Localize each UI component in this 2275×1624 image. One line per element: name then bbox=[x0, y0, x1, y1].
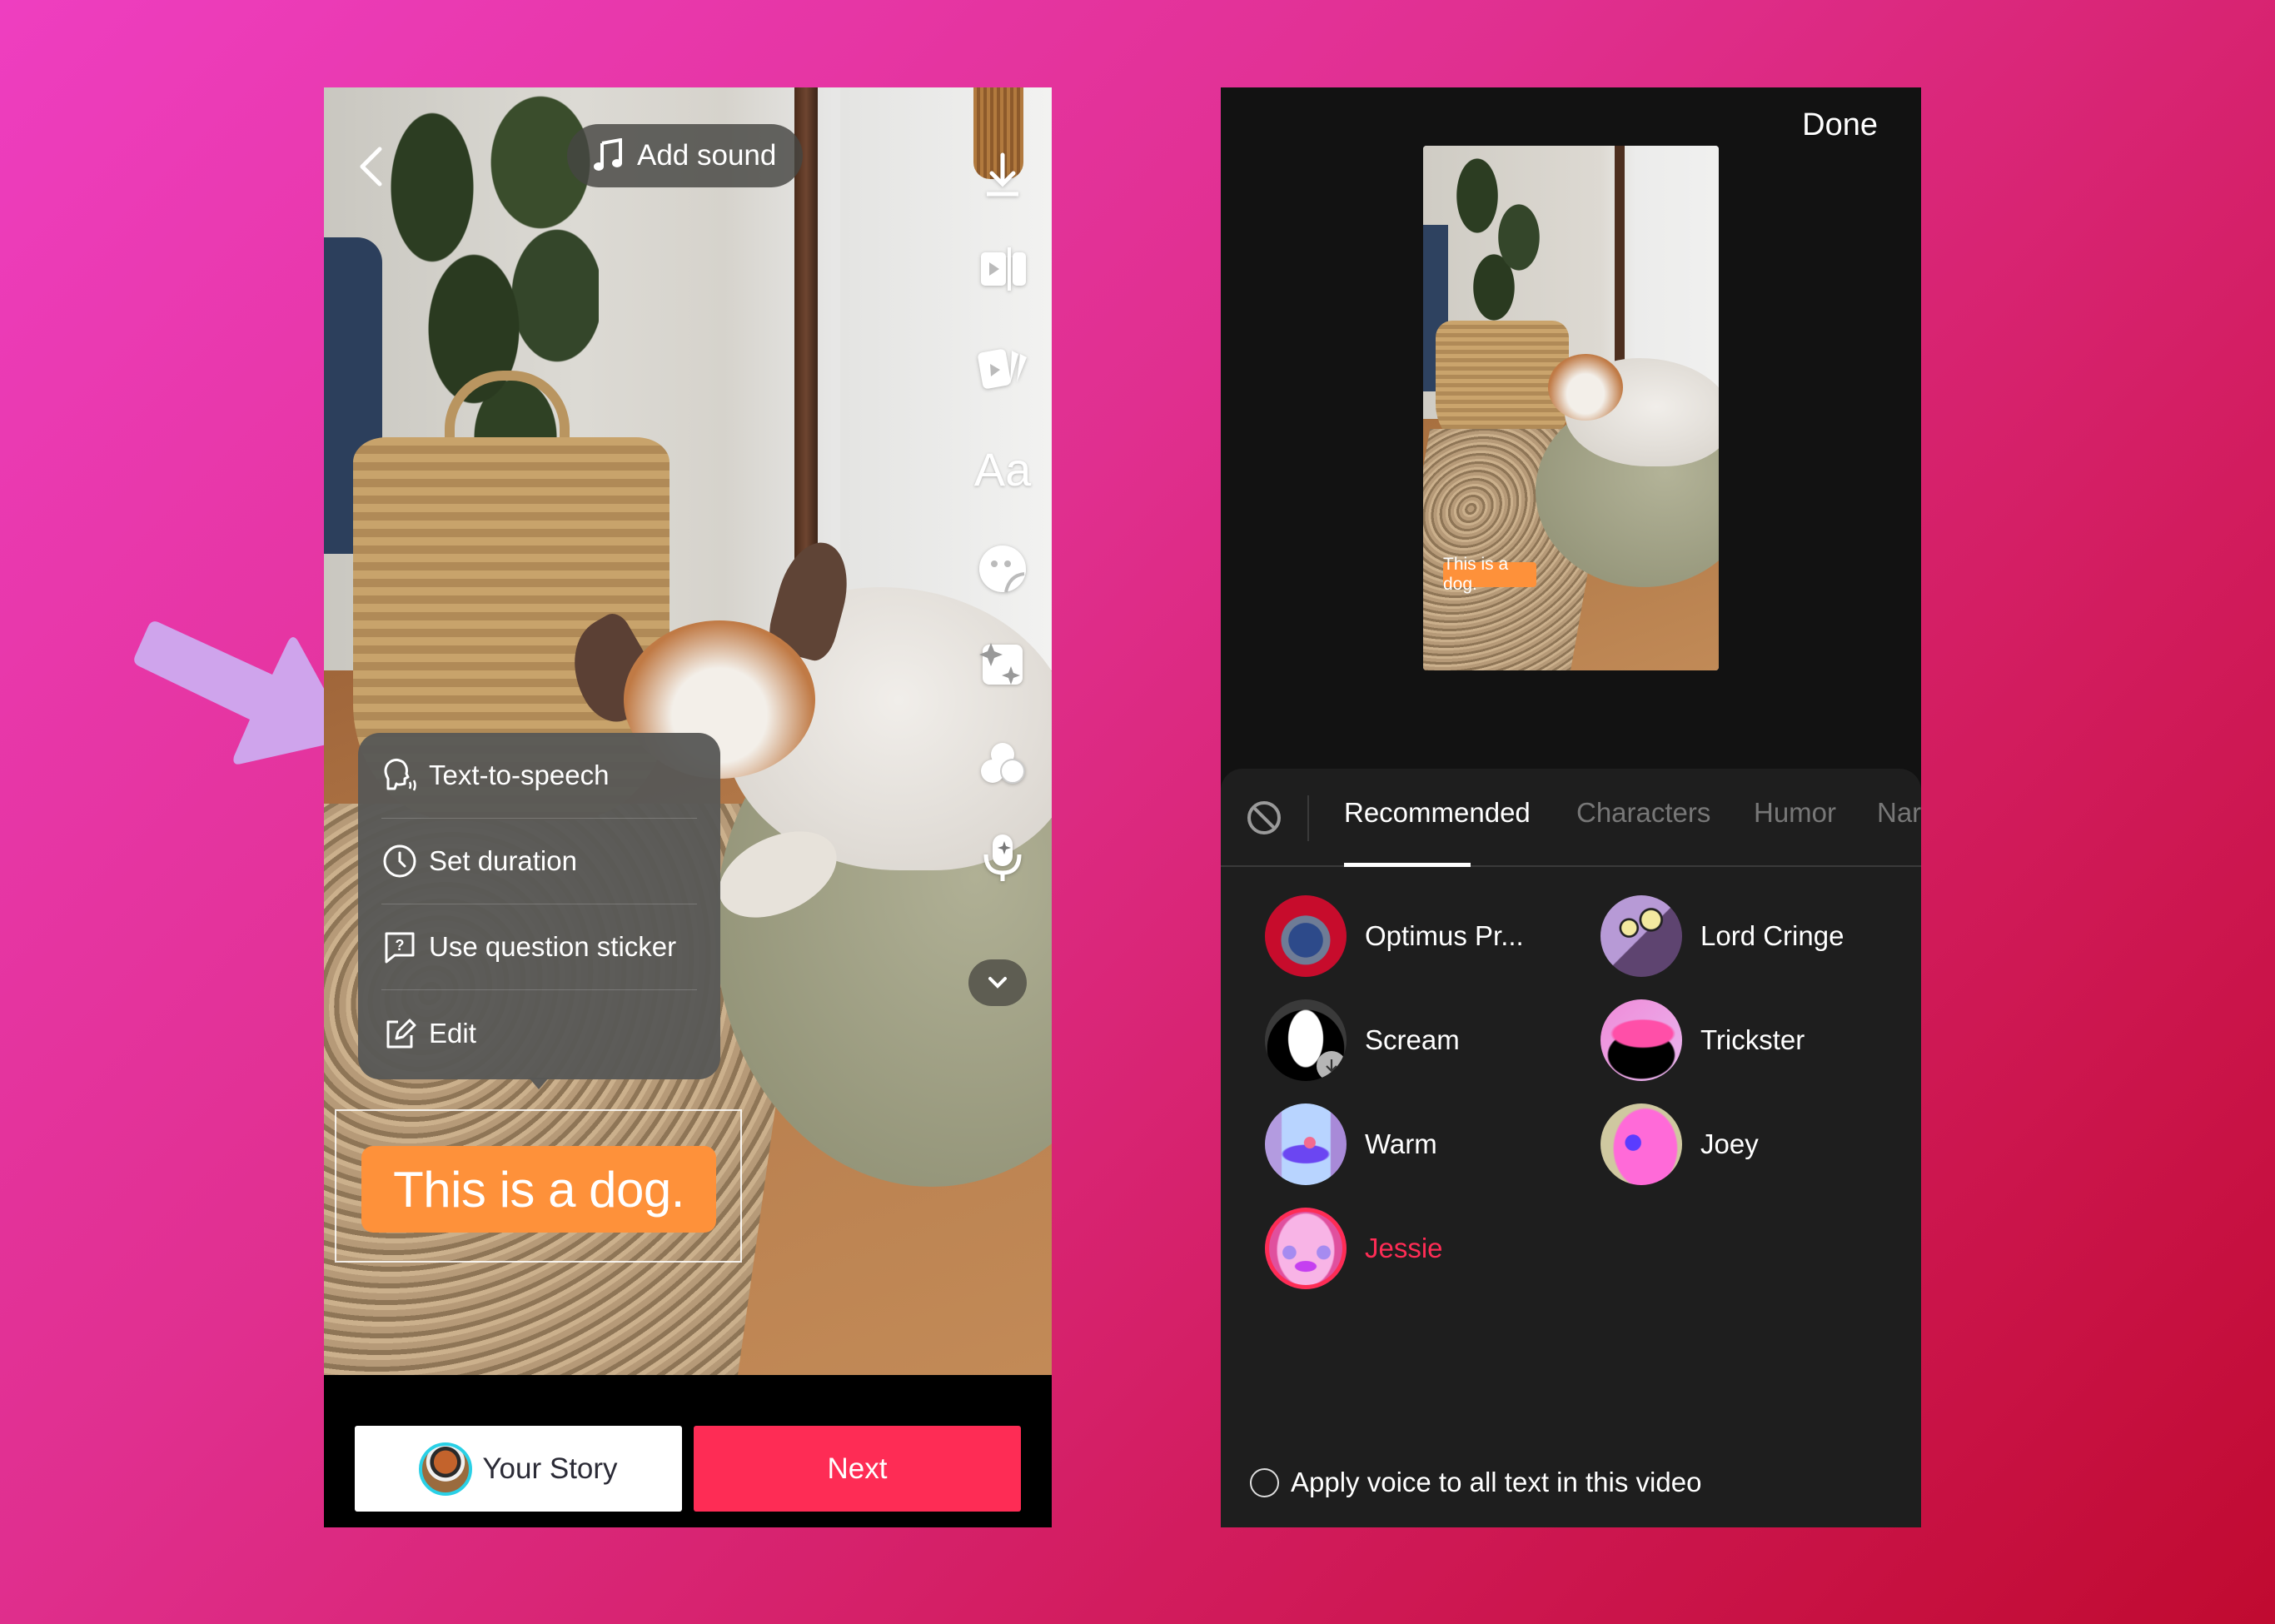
photo-dog-head bbox=[1548, 354, 1623, 421]
chevron-left-icon bbox=[360, 147, 382, 187]
text-button[interactable]: Aa bbox=[961, 436, 1044, 502]
templates-button[interactable] bbox=[961, 336, 1044, 402]
question-sticker-icon: ? bbox=[385, 932, 415, 964]
templates-icon bbox=[978, 349, 1027, 389]
preview-text-sticker: This is a dog. bbox=[1443, 555, 1536, 594]
filters-button[interactable] bbox=[961, 731, 1044, 798]
menu-item-question-sticker[interactable]: ? Use question sticker bbox=[381, 904, 697, 990]
menu-item-label: Set duration bbox=[429, 845, 577, 876]
voice-avatar bbox=[1600, 1103, 1682, 1185]
no-voice-icon bbox=[1247, 801, 1281, 834]
video-thumbnail-preview: This is a dog. bbox=[1423, 146, 1719, 670]
add-sound-button[interactable]: Add sound bbox=[567, 124, 803, 187]
voice-effects-icon bbox=[983, 834, 1022, 881]
add-sound-label: Add sound bbox=[637, 139, 777, 172]
voice-effects-button[interactable] bbox=[961, 824, 1044, 891]
next-button[interactable]: Next bbox=[694, 1426, 1021, 1512]
sticker-button[interactable] bbox=[961, 536, 1044, 602]
voice-avatar bbox=[1265, 895, 1347, 977]
voice-name: Warm bbox=[1365, 1128, 1437, 1159]
download-icon bbox=[1326, 1059, 1337, 1073]
filters-icon bbox=[981, 743, 1025, 784]
voice-avatar bbox=[1265, 999, 1347, 1081]
clock-icon bbox=[383, 844, 416, 878]
download-icon bbox=[987, 152, 1018, 197]
voice-avatar bbox=[1265, 1103, 1347, 1185]
text-to-speech-icon bbox=[384, 758, 416, 791]
menu-item-label: Use question sticker bbox=[429, 931, 677, 962]
voice-item-warm[interactable]: Warm bbox=[1265, 1103, 1437, 1185]
voice-avatar bbox=[1265, 1208, 1347, 1289]
voice-item-jessie[interactable]: Jessie bbox=[1265, 1208, 1443, 1289]
menu-item-label: Text-to-speech bbox=[429, 760, 610, 790]
voice-avatar bbox=[1600, 895, 1682, 977]
apply-voice-label: Apply voice to all text in this video bbox=[1291, 1467, 1702, 1497]
your-story-label: Your Story bbox=[482, 1452, 618, 1485]
download-button[interactable] bbox=[961, 142, 1044, 208]
voice-category-tabs: Recommended Characters Humor Nar bbox=[1221, 769, 1921, 867]
voice-name: Jessie bbox=[1365, 1233, 1443, 1263]
voice-name: Scream bbox=[1365, 1024, 1460, 1055]
sticker-icon bbox=[979, 545, 1026, 593]
trim-clip-icon bbox=[981, 247, 1026, 291]
tab-divider bbox=[1307, 795, 1309, 841]
voice-name: Trickster bbox=[1700, 1024, 1805, 1055]
tab-characters[interactable]: Characters bbox=[1576, 797, 1710, 829]
voice-name: Optimus Pr... bbox=[1365, 920, 1524, 951]
text-icon: Aa bbox=[973, 442, 1032, 496]
active-tab-indicator bbox=[1344, 863, 1471, 867]
effects-button[interactable] bbox=[961, 631, 1044, 698]
download-badge[interactable] bbox=[1317, 1051, 1347, 1081]
done-button[interactable]: Done bbox=[1802, 107, 1878, 143]
apply-voice-all-option[interactable]: Apply voice to all text in this video bbox=[1250, 1467, 1701, 1498]
menu-item-edit[interactable]: Edit bbox=[381, 990, 697, 1076]
voice-item-trickster[interactable]: Trickster bbox=[1600, 999, 1805, 1081]
collapse-toolbar-button[interactable] bbox=[968, 959, 1027, 1006]
no-voice-button[interactable] bbox=[1246, 800, 1282, 836]
menu-item-label: Edit bbox=[429, 1017, 476, 1049]
chevron-down-icon bbox=[988, 977, 1007, 989]
photo-plant bbox=[1444, 146, 1544, 321]
voice-picker-screen: Done This is a dog. Recommended Characte… bbox=[1221, 87, 1921, 1527]
voice-name: Joey bbox=[1700, 1128, 1759, 1159]
effects-icon bbox=[979, 643, 1023, 685]
menu-item-text-to-speech[interactable]: Text-to-speech bbox=[381, 733, 697, 819]
voice-item-lord-cringe[interactable]: Lord Cringe bbox=[1600, 895, 1844, 977]
back-button[interactable] bbox=[351, 137, 392, 196]
tab-recommended[interactable]: Recommended bbox=[1344, 797, 1531, 829]
menu-item-set-duration[interactable]: Set duration bbox=[381, 819, 697, 904]
tab-humor[interactable]: Humor bbox=[1754, 797, 1836, 829]
tab-narrator[interactable]: Nar bbox=[1877, 797, 1921, 829]
your-story-button[interactable]: Your Story bbox=[355, 1426, 682, 1512]
voice-item-joey[interactable]: Joey bbox=[1600, 1103, 1759, 1185]
text-sticker[interactable]: This is a dog. bbox=[361, 1146, 716, 1233]
text-context-menu: Text-to-speech Set duration ? Use questi… bbox=[358, 733, 720, 1079]
bottom-action-bar: Your Story Next bbox=[324, 1375, 1052, 1527]
video-editor-screen: Add sound Aa Text-to-speech Set duration… bbox=[324, 87, 1052, 1527]
apply-voice-radio[interactable] bbox=[1250, 1467, 1279, 1497]
voice-name: Lord Cringe bbox=[1700, 920, 1844, 951]
voice-selection-sheet: Recommended Characters Humor Nar Optimus… bbox=[1221, 769, 1921, 1527]
voice-item-optimus-prime[interactable]: Optimus Pr... bbox=[1265, 895, 1524, 977]
trim-clip-button[interactable] bbox=[961, 236, 1044, 302]
voice-item-scream[interactable]: Scream bbox=[1265, 999, 1460, 1081]
edit-icon bbox=[386, 1019, 416, 1048]
avatar bbox=[419, 1442, 473, 1496]
music-note-icon bbox=[594, 138, 622, 171]
svg-text:?: ? bbox=[396, 937, 405, 954]
voice-avatar bbox=[1600, 999, 1682, 1081]
